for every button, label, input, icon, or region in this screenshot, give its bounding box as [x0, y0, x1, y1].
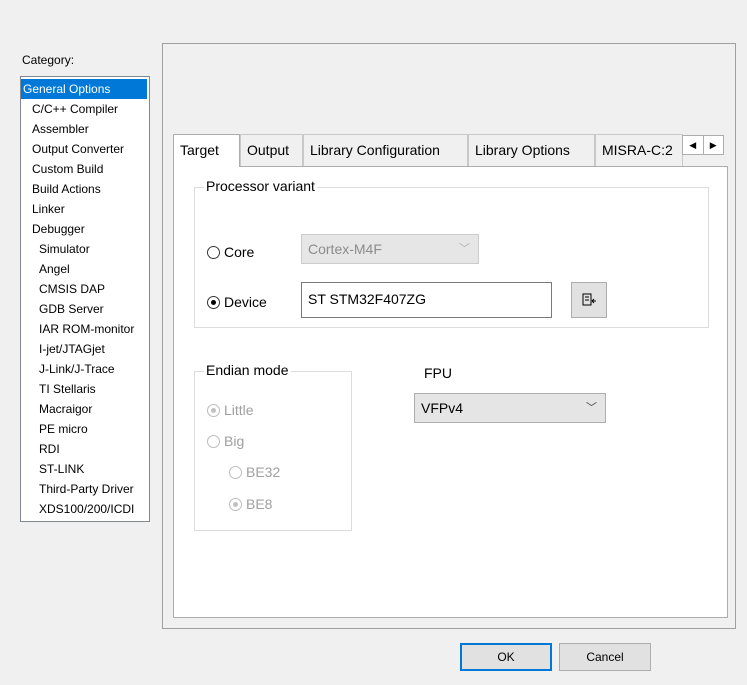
- category-item[interactable]: TI Stellaris: [21, 379, 149, 399]
- be32-radio: BE32: [229, 464, 280, 480]
- category-label: Category:: [22, 53, 75, 67]
- fpu-value: VFPv4: [421, 400, 464, 416]
- scroll-left-icon[interactable]: ◀: [683, 136, 704, 154]
- big-radio: Big: [207, 433, 244, 449]
- category-item[interactable]: ST-LINK: [21, 459, 149, 479]
- device-radio-button[interactable]: [207, 295, 220, 309]
- be32-radio-button: [229, 465, 242, 479]
- device-value: ST STM32F407ZG: [308, 291, 427, 307]
- device-field[interactable]: ST STM32F407ZG: [301, 282, 552, 318]
- category-item[interactable]: Simulator: [21, 239, 149, 259]
- category-item[interactable]: Build Actions: [21, 179, 149, 199]
- category-item[interactable]: Output Converter: [21, 139, 149, 159]
- cancel-button[interactable]: Cancel: [559, 643, 651, 671]
- tab-target[interactable]: Target: [173, 134, 240, 167]
- category-item[interactable]: GDB Server: [21, 299, 149, 319]
- core-label: Core: [224, 244, 255, 260]
- scroll-right-icon[interactable]: ▶: [704, 136, 724, 154]
- big-label: Big: [224, 433, 245, 449]
- be32-label: BE32: [246, 464, 281, 480]
- category-item[interactable]: RDI: [21, 439, 149, 459]
- category-item[interactable]: Angel: [21, 259, 149, 279]
- ok-button[interactable]: OK: [460, 643, 552, 671]
- category-item[interactable]: I-jet/JTAGjet: [21, 339, 149, 359]
- category-item[interactable]: Macraigor: [21, 399, 149, 419]
- tab-library-configuration[interactable]: Library Configuration: [303, 134, 468, 166]
- be8-radio-button: [229, 497, 242, 511]
- category-item[interactable]: XDS100/200/ICDI: [21, 499, 149, 519]
- category-item[interactable]: IAR ROM-monitor: [21, 319, 149, 339]
- category-item[interactable]: Third-Party Driver: [21, 479, 149, 499]
- fpu-label: FPU: [424, 365, 452, 381]
- device-label: Device: [224, 294, 267, 310]
- endian-mode-title: Endian mode: [204, 362, 291, 378]
- device-select-button[interactable]: [571, 282, 607, 318]
- core-value: Cortex-M4F: [308, 241, 382, 257]
- little-radio-button: [207, 403, 220, 417]
- tab-misra-c[interactable]: MISRA-C:2: [595, 134, 683, 166]
- category-list[interactable]: General Options C/C++ Compiler Assembler Ou…: [20, 76, 150, 522]
- tab-library-options[interactable]: Library Options: [468, 134, 595, 166]
- category-item[interactable]: J-Link/J-Trace: [21, 359, 149, 379]
- category-item[interactable]: Debugger: [21, 219, 149, 239]
- category-item[interactable]: Assembler: [21, 119, 149, 139]
- be8-radio: BE8: [229, 496, 272, 512]
- processor-variant-group: Processor variant Core Cortex-M4F ﹀ Devi…: [194, 178, 709, 328]
- category-item[interactable]: General Options: [21, 79, 147, 99]
- tab-output[interactable]: Output: [240, 134, 303, 166]
- little-radio: Little: [207, 402, 254, 418]
- device-select-icon: [582, 293, 596, 306]
- category-item[interactable]: PE micro: [21, 419, 149, 439]
- chevron-down-icon: ﹀: [459, 243, 470, 255]
- chevron-down-icon: ﹀: [586, 402, 597, 414]
- device-radio[interactable]: Device: [207, 294, 267, 310]
- big-radio-button: [207, 434, 220, 448]
- tab-scroll-buttons: ◀ ▶: [682, 135, 724, 155]
- endian-mode-group: Endian mode Little Big BE32 BE8: [194, 362, 352, 531]
- processor-variant-title: Processor variant: [204, 178, 317, 194]
- be8-label: BE8: [246, 496, 273, 512]
- category-item[interactable]: Custom Build: [21, 159, 149, 179]
- category-item[interactable]: C/C++ Compiler: [21, 99, 149, 119]
- fpu-select[interactable]: VFPv4 ﹀: [414, 393, 606, 423]
- category-item[interactable]: Linker: [21, 199, 149, 219]
- target-tab-panel: Processor variant Core Cortex-M4F ﹀ Devi…: [173, 166, 728, 618]
- core-radio-button[interactable]: [207, 245, 220, 259]
- core-select: Cortex-M4F ﹀: [301, 234, 479, 264]
- little-label: Little: [224, 402, 254, 418]
- category-item[interactable]: CMSIS DAP: [21, 279, 149, 299]
- core-radio[interactable]: Core: [207, 244, 254, 260]
- tab-strip: Target Output Library Configuration Libr…: [173, 134, 728, 167]
